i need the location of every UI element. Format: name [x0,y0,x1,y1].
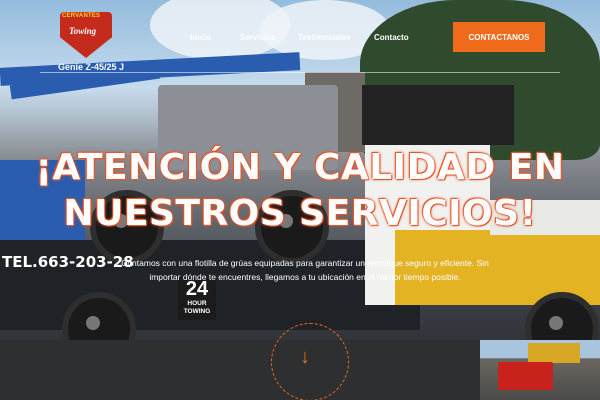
header-divider [40,72,560,73]
24-hour-badge: 24 HOUR TOWING [178,278,216,320]
headline-line-2: NUESTROS SERVICIOS! [63,193,537,234]
hero-section: Genie Z-45/25 J TEL.663-203-28 24 HOUR T… [0,0,600,400]
arrow-right-icon: ➔ [534,32,542,42]
badge-hours: HOUR [187,300,207,307]
nav-link-contacto[interactable]: Contacto [374,33,409,42]
nav-link-servicios[interactable]: Servicios [240,33,276,42]
contactanos-button[interactable]: CONTACTANOS [453,22,545,52]
hero-headline: ¡ATENCIÓN Y CALIDAD EN NUESTROS SERVICIO… [30,145,570,237]
logo-main-text: Towing [69,26,97,36]
logo-top-text: CERVANTES [62,13,101,19]
billboard [362,85,514,145]
thumbnail-truck [498,362,553,390]
badge-towing: TOWING [183,308,211,315]
lift-brand-text: Genie Z-45/25 J [58,62,125,72]
nav-link-testimoniales[interactable]: Testimoniales [298,33,351,42]
arrow-down-icon: ↓ [300,346,310,368]
thumbnail-truck-load [528,343,580,363]
truck-hood [490,235,600,305]
hero-subtext: Contamos con una flotilla de grúas equip… [121,258,489,282]
scroll-down-button[interactable] [271,323,349,400]
nav-link-inicio[interactable]: Inicio [190,33,211,42]
contactanos-label: CONTACTANOS [468,32,530,42]
headline-line-1: ¡ATENCIÓN Y CALIDAD EN [35,147,565,188]
